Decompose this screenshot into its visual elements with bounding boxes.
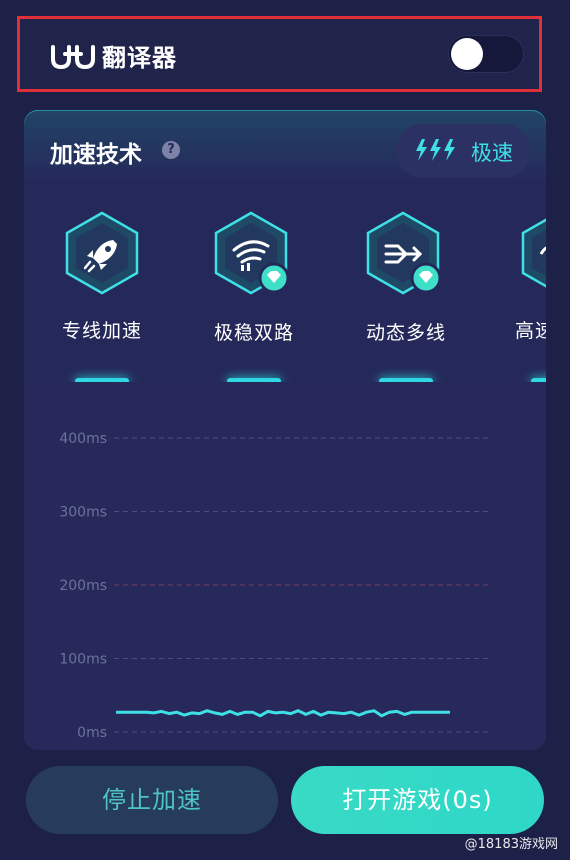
feature-label: 高速 <box>515 320 546 342</box>
rocket-icon <box>65 211 139 295</box>
feature-label: 专线加速 <box>61 320 142 342</box>
translator-bar: 翻译器 <box>17 16 542 92</box>
y-tick-label: 0ms <box>77 725 107 741</box>
question-circle-icon[interactable]: ? <box>162 141 180 159</box>
stop-acceleration-button[interactable]: 停止加速 <box>26 766 278 834</box>
feature-dual-route[interactable]: 极稳双路 <box>194 210 314 345</box>
y-tick-label: 400ms <box>59 431 107 447</box>
uu-logo-icon <box>51 45 95 70</box>
speed-mode-badge[interactable]: 极速 <box>396 124 530 178</box>
feature-label: 动态多线 <box>365 322 446 344</box>
lightning-bolts-icon <box>416 139 455 161</box>
toggle-knob <box>451 38 483 70</box>
feature-dynamic-multiline[interactable]: 动态多线 <box>346 210 466 345</box>
feature-dedicated-line[interactable]: 专线加速 <box>42 210 162 343</box>
acceleration-card: 加速技术 ? 极速 专线加速 极稳双路 动态多线 高速 400ms 300ms … <box>24 110 546 750</box>
open-game-button[interactable]: 打开游戏(0s) <box>291 766 544 834</box>
section-title: 加速技术 <box>50 142 142 168</box>
multi-line-icon <box>366 211 442 295</box>
watermark: @18183游戏网 <box>464 837 558 852</box>
latency-chart: 400ms 300ms 200ms 100ms 0ms <box>59 431 492 741</box>
y-tick-label: 100ms <box>59 652 107 668</box>
feature-high-speed[interactable]: 高速 <box>498 210 546 343</box>
dual-wifi-icon <box>214 211 290 295</box>
y-tick-label: 300ms <box>59 505 107 521</box>
translator-title: 翻译器 <box>102 44 177 72</box>
y-tick-label: 200ms <box>59 578 107 594</box>
feature-label: 极稳双路 <box>213 322 294 344</box>
wave-icon <box>521 218 546 288</box>
translator-toggle[interactable] <box>448 35 524 73</box>
latency-chart-panel: 400ms 300ms 200ms 100ms 0ms <box>24 382 546 750</box>
speed-mode-label: 极速 <box>471 141 513 165</box>
latency-series-line <box>116 709 450 718</box>
